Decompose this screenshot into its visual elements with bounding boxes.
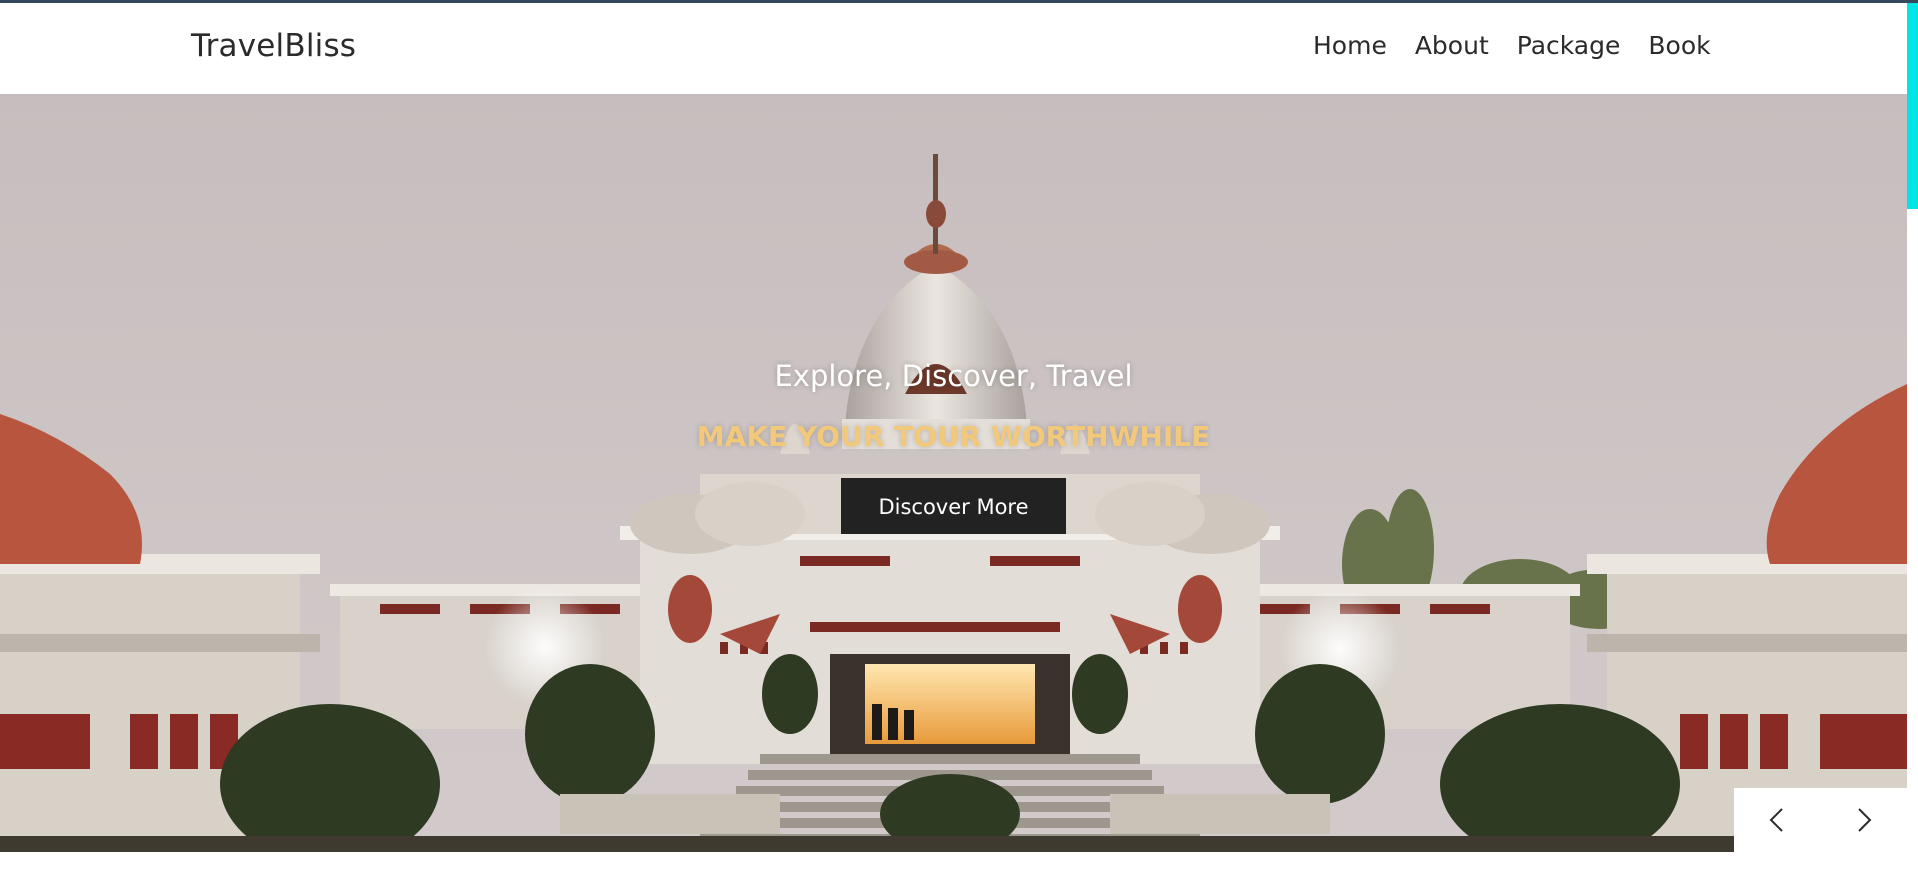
scrollbar-thumb[interactable]	[1907, 3, 1918, 209]
nav-links: Home About Package Book	[1313, 31, 1711, 60]
carousel-controls	[1734, 788, 1907, 852]
chevron-left-icon	[1769, 808, 1783, 832]
brand-logo[interactable]: TravelBliss	[191, 28, 356, 64]
page-bottom	[0, 852, 1907, 869]
hero-content: Explore, Discover, Travel MAKE YOUR TOUR…	[0, 94, 1907, 852]
hero-subtitle: Explore, Discover, Travel	[774, 359, 1133, 393]
nav-item-package[interactable]: Package	[1517, 31, 1621, 60]
carousel-prev-button[interactable]	[1734, 788, 1820, 852]
hero-title: MAKE YOUR TOUR WORTHWHILE	[696, 420, 1211, 453]
nav-item-home[interactable]: Home	[1313, 31, 1387, 60]
nav-item-book[interactable]: Book	[1648, 31, 1710, 60]
navbar: TravelBliss Home About Package Book	[0, 3, 1907, 94]
page: TravelBliss Home About Package Book Expl…	[0, 0, 1918, 869]
discover-more-button[interactable]: Discover More	[841, 478, 1066, 534]
carousel-next-button[interactable]	[1821, 788, 1907, 852]
hero-carousel: Explore, Discover, Travel MAKE YOUR TOUR…	[0, 94, 1907, 852]
chevron-right-icon	[1858, 808, 1872, 832]
nav-item-about[interactable]: About	[1415, 31, 1489, 60]
